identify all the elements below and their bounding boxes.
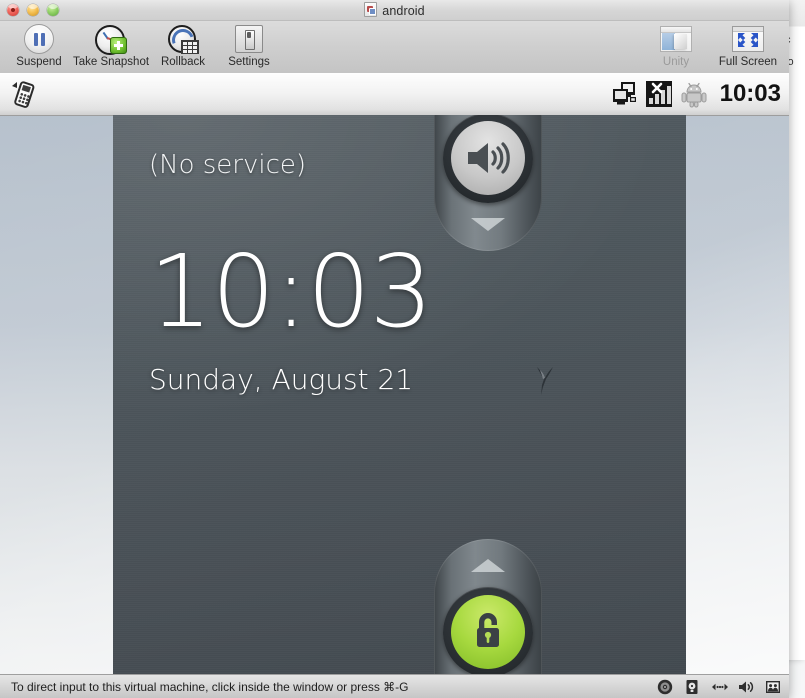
full-screen-button[interactable]: Full Screen <box>713 24 783 68</box>
suspend-icon <box>24 24 54 54</box>
sound-slider-knob[interactable] <box>443 115 533 203</box>
unity-label: Unity <box>662 56 690 68</box>
network-icon[interactable] <box>711 679 728 695</box>
unity-icon <box>660 24 692 54</box>
usb-network-icon <box>611 80 639 108</box>
window-title: android <box>0 2 789 18</box>
speaker-on-icon <box>451 121 525 195</box>
cd-drive-icon[interactable] <box>657 679 673 695</box>
sound-icon[interactable] <box>738 679 754 695</box>
suspend-button[interactable]: Suspend <box>4 24 74 68</box>
vm-status-icon-tray <box>657 679 781 695</box>
hard-disk-icon[interactable] <box>684 679 700 695</box>
fullscreen-icon <box>732 24 764 54</box>
window-titlebar[interactable]: android <box>0 0 789 21</box>
lockscreen-date: Sunday, August 21 <box>149 363 414 396</box>
phone-shake-icon <box>6 78 42 110</box>
document-icon <box>364 2 378 17</box>
vm-screen-area[interactable]: 10:03 (No service) 10:03 Sunday, August … <box>0 73 789 675</box>
unity-button[interactable]: Unity <box>647 24 705 68</box>
shared-folders-icon[interactable] <box>765 679 781 695</box>
android-status-bar[interactable]: 10:03 <box>0 73 789 116</box>
take-snapshot-label: Take Snapshot <box>72 56 150 68</box>
padlock-unlocked-icon <box>451 595 525 669</box>
full-screen-label: Full Screen <box>718 56 778 68</box>
settings-icon <box>235 24 263 54</box>
toolbar-left-group: Suspend Take Snapshot Rollback Settings <box>4 24 278 68</box>
rollback-icon <box>167 24 199 55</box>
virtual-machine-window: android Suspend Take Snapshot Rollback S… <box>0 0 789 698</box>
chevron-down-icon <box>471 218 505 231</box>
screen-root: c lo android Suspend <box>0 0 805 698</box>
android-statusbar-left <box>6 78 42 110</box>
android-robot-icon <box>679 80 709 108</box>
android-status-clock: 10:03 <box>719 80 781 107</box>
vm-status-bar: To direct input to this virtual machine,… <box>0 674 789 698</box>
lockscreen-clock: 10:03 <box>149 233 433 350</box>
toolbar-right-group: Unity Full Screen <box>647 24 783 68</box>
snapshot-icon <box>95 24 127 55</box>
settings-label: Settings <box>228 56 270 68</box>
android-statusbar-right: 10:03 <box>611 80 781 108</box>
rollback-label: Rollback <box>160 56 206 68</box>
carrier-label: (No service) <box>149 150 307 180</box>
suspend-label: Suspend <box>16 56 62 68</box>
window-title-text: android <box>382 4 425 18</box>
settings-button[interactable]: Settings <box>220 24 278 68</box>
unlock-slider-knob[interactable] <box>443 587 533 675</box>
vm-toolbar: Suspend Take Snapshot Rollback Settings … <box>0 21 789 74</box>
signal-no-service-icon <box>645 80 672 108</box>
android-lockscreen[interactable]: (No service) 10:03 Sunday, August 21 <box>113 115 686 675</box>
sound-toggle-slider[interactable] <box>434 115 542 251</box>
unlock-slider[interactable] <box>434 539 542 675</box>
chevron-up-icon <box>471 559 505 572</box>
take-snapshot-button[interactable]: Take Snapshot <box>72 24 150 68</box>
rollback-button[interactable]: Rollback <box>148 24 218 68</box>
vm-status-message: To direct input to this virtual machine,… <box>11 679 409 694</box>
